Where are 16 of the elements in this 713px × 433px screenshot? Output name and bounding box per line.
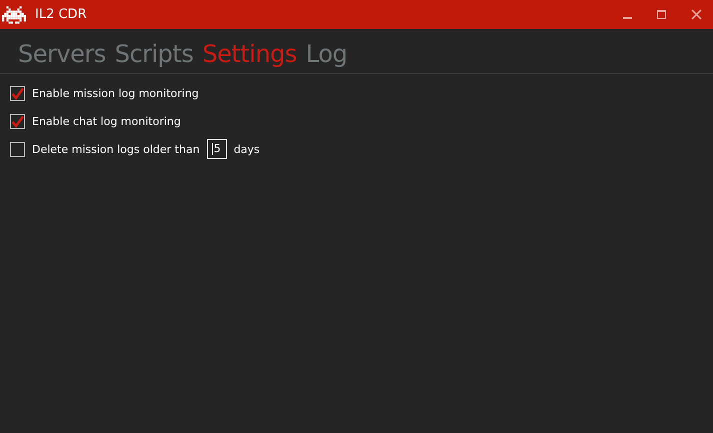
maximize-icon[interactable]	[657, 10, 667, 20]
checkbox[interactable]	[10, 86, 25, 100]
option-label: Enable chat log monitoring	[32, 114, 181, 128]
option-label: Delete mission logs older than	[32, 142, 200, 156]
invader-icon	[2, 6, 26, 24]
window-title: IL2 CDR	[35, 7, 88, 22]
tab[interactable]: Servers	[18, 40, 106, 68]
unit-label: days	[234, 142, 260, 156]
checkbox[interactable]	[10, 142, 25, 156]
tab[interactable]: Log	[306, 40, 348, 68]
tab[interactable]: Scripts	[114, 40, 194, 68]
close-icon[interactable]	[690, 9, 702, 20]
days-input-field[interactable]: 5	[206, 139, 227, 159]
tab[interactable]: Settings	[202, 40, 297, 68]
option-label: Enable mission log monitoring	[32, 86, 199, 100]
checkbox[interactable]	[10, 114, 25, 128]
